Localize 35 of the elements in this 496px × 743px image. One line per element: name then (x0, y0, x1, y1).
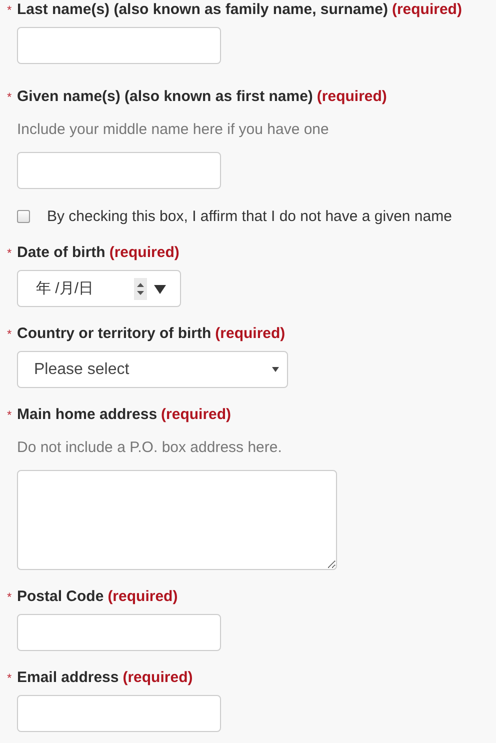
country-dropdown[interactable]: Please select (17, 351, 288, 388)
required-note: (required) (316, 87, 387, 107)
input-field[interactable] (17, 27, 221, 64)
field-label: Last name(s) (also known as family name, surname) (17, 0, 388, 20)
required-asterisk: * (7, 589, 13, 606)
required-asterisk: * (7, 407, 13, 424)
input-field[interactable] (17, 695, 221, 732)
field-label: Main home address (17, 405, 158, 425)
caret-icon[interactable] (272, 367, 279, 372)
required-note: (required) (392, 0, 462, 20)
required-asterisk: * (7, 89, 13, 106)
required-note: (required) (108, 587, 178, 607)
required-note: (required) (161, 405, 232, 425)
hint-text: Do not include a P.O. box address here. (17, 438, 283, 458)
input-field[interactable] (17, 614, 221, 651)
hint-text: Include your middle name here if you have one (17, 120, 330, 140)
field-label: Postal Code (17, 587, 104, 607)
required-asterisk: * (7, 670, 13, 687)
required-note: (required) (215, 324, 286, 344)
required-asterisk: * (7, 326, 13, 343)
field-label: Date of birth (17, 243, 106, 263)
required-note: (required) (109, 243, 180, 263)
checkbox[interactable] (17, 210, 30, 222)
field-label: Given name(s) (also known as first name) (17, 87, 313, 107)
required-asterisk: * (7, 245, 13, 262)
field-label: Country or territory of birth (17, 324, 212, 344)
field-label: Email address (17, 668, 119, 688)
required-asterisk: * (7, 2, 13, 19)
date-field[interactable]: 年 /月/日 (17, 270, 181, 307)
checkbox-label: By checking this box, I affirm that I do not have a given name (47, 208, 452, 224)
input-field[interactable] (17, 152, 221, 189)
required-note: (required) (122, 668, 193, 688)
address-field[interactable] (17, 470, 337, 570)
spinner-icon[interactable] (134, 278, 147, 300)
dropdown-arrow-icon[interactable] (154, 284, 166, 294)
